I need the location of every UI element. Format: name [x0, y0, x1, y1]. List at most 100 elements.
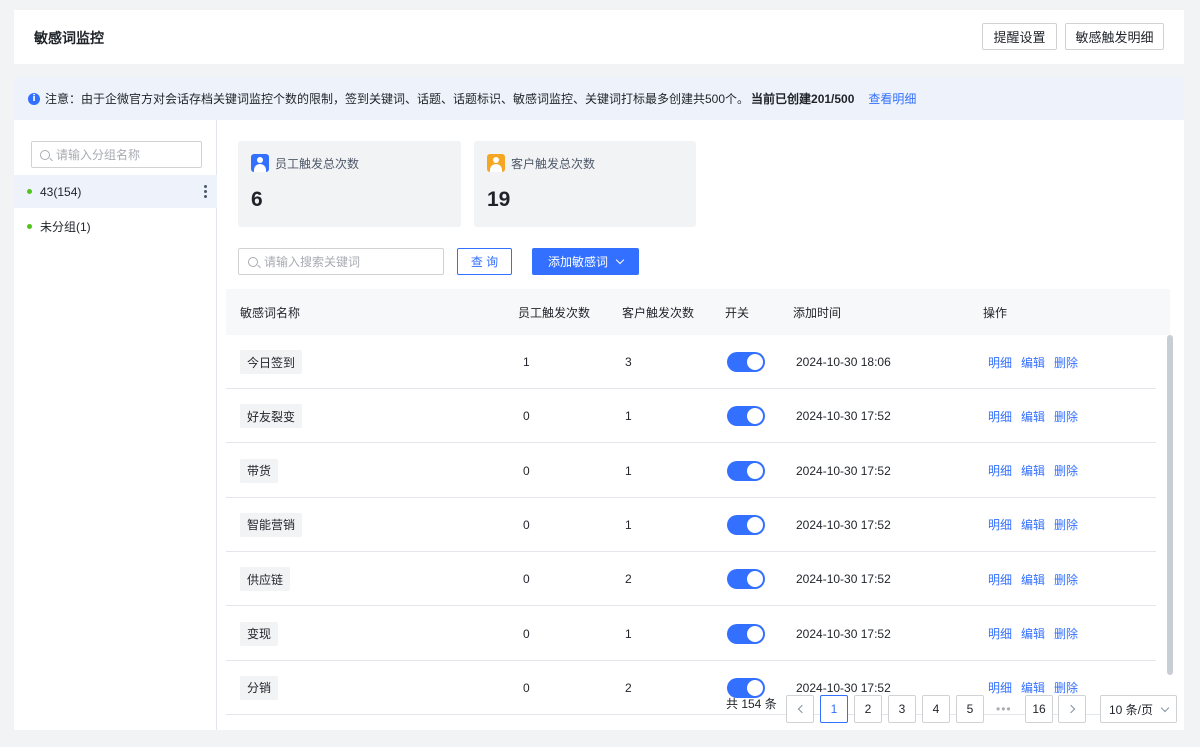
- edit-link[interactable]: 编辑: [1021, 408, 1045, 425]
- detail-link[interactable]: 明细: [988, 462, 1012, 479]
- page-title: 敏感词监控: [34, 30, 104, 46]
- prev-page-button[interactable]: [786, 695, 814, 723]
- added-time: 2024-10-30 17:52: [796, 517, 891, 532]
- added-time: 2024-10-30 17:52: [796, 572, 891, 587]
- keyword-search-input[interactable]: 请输入搜索关键词: [238, 248, 444, 275]
- employee-trigger-card: 员工触发总次数 6: [238, 141, 461, 227]
- customer-count: 1: [625, 409, 632, 424]
- customer-count: 1: [625, 517, 632, 532]
- main-panel: i 注意：由于企微官方对会话存档关键词监控个数的限制，签到关键词、话题、话题标识…: [14, 77, 1184, 730]
- customer-count: 1: [625, 463, 632, 478]
- delete-link[interactable]: 删除: [1054, 462, 1078, 479]
- edit-link[interactable]: 编辑: [1021, 625, 1045, 642]
- sensitive-word-tag: 今日签到: [240, 350, 303, 374]
- delete-link[interactable]: 删除: [1054, 408, 1078, 425]
- detail-link[interactable]: 明细: [988, 679, 1012, 696]
- notice-count: 当前已创建201/500: [751, 92, 855, 106]
- page-header: 敏感词监控 提醒设置 敏感触发明细: [14, 10, 1184, 64]
- sensitive-word-tag: 变现: [240, 621, 279, 646]
- page-button[interactable]: 5: [956, 695, 984, 723]
- employee-count: 0: [523, 409, 530, 424]
- edit-link[interactable]: 编辑: [1021, 354, 1045, 371]
- detail-link[interactable]: 明细: [988, 516, 1012, 533]
- group-search-placeholder: 请输入分组名称: [56, 148, 141, 162]
- reminder-settings-button[interactable]: 提醒设置: [982, 23, 1057, 50]
- edit-link[interactable]: 编辑: [1021, 571, 1045, 588]
- view-details-link[interactable]: 查看明细: [868, 90, 916, 107]
- delete-link[interactable]: 删除: [1054, 516, 1078, 533]
- enable-toggle[interactable]: [727, 406, 765, 427]
- stat-value: 6: [251, 188, 263, 211]
- group-item-ungrouped[interactable]: 未分组(1): [14, 210, 217, 243]
- edit-link[interactable]: 编辑: [1021, 516, 1045, 533]
- table-row: 智能营销 0 1 2024-10-30 17:52 明细 编辑 删除: [226, 498, 1156, 552]
- detail-link[interactable]: 明细: [988, 571, 1012, 588]
- query-button[interactable]: 查 询: [457, 248, 512, 275]
- page-button[interactable]: 4: [922, 695, 950, 723]
- employee-count: 0: [523, 572, 530, 587]
- customer-icon: [487, 154, 505, 172]
- edit-link[interactable]: 编辑: [1021, 679, 1045, 696]
- added-time: 2024-10-30 17:52: [796, 463, 891, 478]
- enable-toggle[interactable]: [727, 569, 765, 590]
- enable-toggle[interactable]: [727, 514, 765, 535]
- customer-count: 1: [625, 626, 632, 641]
- group-sidebar: 请输入分组名称 43(154) 未分组(1): [14, 120, 217, 730]
- page-button[interactable]: 3: [888, 695, 916, 723]
- detail-link[interactable]: 明细: [988, 408, 1012, 425]
- customer-count: 3: [625, 355, 632, 369]
- next-page-button[interactable]: [1058, 695, 1086, 723]
- content-area: 员工触发总次数 6 客户触发总次数 19 请输入搜索关键词 查 询 添加敏感词 …: [218, 120, 1184, 730]
- group-status-dot: [27, 189, 32, 194]
- sensitive-word-tag: 好友裂变: [240, 404, 303, 429]
- page-button[interactable]: 2: [854, 695, 882, 723]
- add-button-label: 添加敏感词: [547, 255, 608, 269]
- sensitive-word-tag: 供应链: [240, 567, 291, 592]
- pagination-total: 共 154 条: [726, 697, 777, 711]
- table-row: 变现 0 1 2024-10-30 17:52 明细 编辑 删除: [226, 607, 1156, 661]
- add-sensitive-word-button[interactable]: 添加敏感词: [532, 248, 639, 275]
- column-added-time: 添加时间: [793, 305, 842, 320]
- employee-icon: [251, 154, 269, 172]
- delete-link[interactable]: 删除: [1054, 625, 1078, 642]
- group-label: 未分组(1): [40, 220, 91, 234]
- table-body: 今日签到 1 3 2024-10-30 18:06 明细 编辑 删除 好友裂变 0 1 2024-1…: [226, 335, 1156, 730]
- delete-link[interactable]: 删除: [1054, 354, 1078, 371]
- chevron-left-icon: [797, 704, 806, 714]
- detail-link[interactable]: 明细: [988, 354, 1012, 371]
- stat-label: 员工触发总次数: [275, 156, 360, 171]
- employee-count: 0: [523, 626, 530, 641]
- customer-trigger-card: 客户触发总次数 19: [474, 141, 696, 227]
- more-icon[interactable]: [204, 185, 207, 198]
- delete-link[interactable]: 删除: [1054, 679, 1078, 696]
- detail-link[interactable]: 明细: [988, 625, 1012, 642]
- page-size-select[interactable]: 10 条/页: [1100, 695, 1177, 723]
- group-search-input[interactable]: 请输入分组名称: [31, 141, 202, 168]
- table-row: 供应链 0 2 2024-10-30 17:52 明细 编辑 删除: [226, 552, 1156, 607]
- search-icon: [40, 149, 50, 160]
- column-switch: 开关: [725, 305, 750, 320]
- sensitive-word-tag: 分销: [240, 675, 279, 700]
- table-row: 好友裂变 0 1 2024-10-30 17:52 明细 编辑 删除: [226, 389, 1156, 444]
- edit-link[interactable]: 编辑: [1021, 462, 1045, 479]
- page-button-last[interactable]: 16: [1025, 695, 1053, 723]
- table-row: 今日签到 1 3 2024-10-30 18:06 明细 编辑 删除: [226, 335, 1156, 389]
- delete-link[interactable]: 删除: [1054, 571, 1078, 588]
- group-label: 43(154): [40, 184, 82, 199]
- trigger-details-button[interactable]: 敏感触发明细: [1065, 23, 1164, 50]
- enable-toggle[interactable]: [727, 460, 765, 481]
- notice-text: 注意：由于企微官方对会话存档关键词监控个数的限制，签到关键词、话题、话题标识、敏…: [45, 92, 750, 106]
- employee-count: 0: [523, 680, 530, 695]
- enable-toggle[interactable]: [727, 623, 765, 644]
- group-item-43[interactable]: 43(154): [14, 175, 217, 208]
- added-time: 2024-10-30 18:06: [796, 355, 891, 369]
- employee-count: 0: [523, 463, 530, 478]
- enable-toggle[interactable]: [727, 352, 765, 372]
- info-icon: i: [28, 92, 40, 105]
- employee-count: 1: [523, 355, 530, 369]
- column-name: 敏感词名称: [240, 305, 301, 320]
- page-button[interactable]: 1: [820, 695, 848, 723]
- chevron-down-icon: [1160, 703, 1170, 712]
- column-customer-count: 客户触发次数: [622, 305, 695, 320]
- table-scrollbar[interactable]: [1167, 335, 1173, 675]
